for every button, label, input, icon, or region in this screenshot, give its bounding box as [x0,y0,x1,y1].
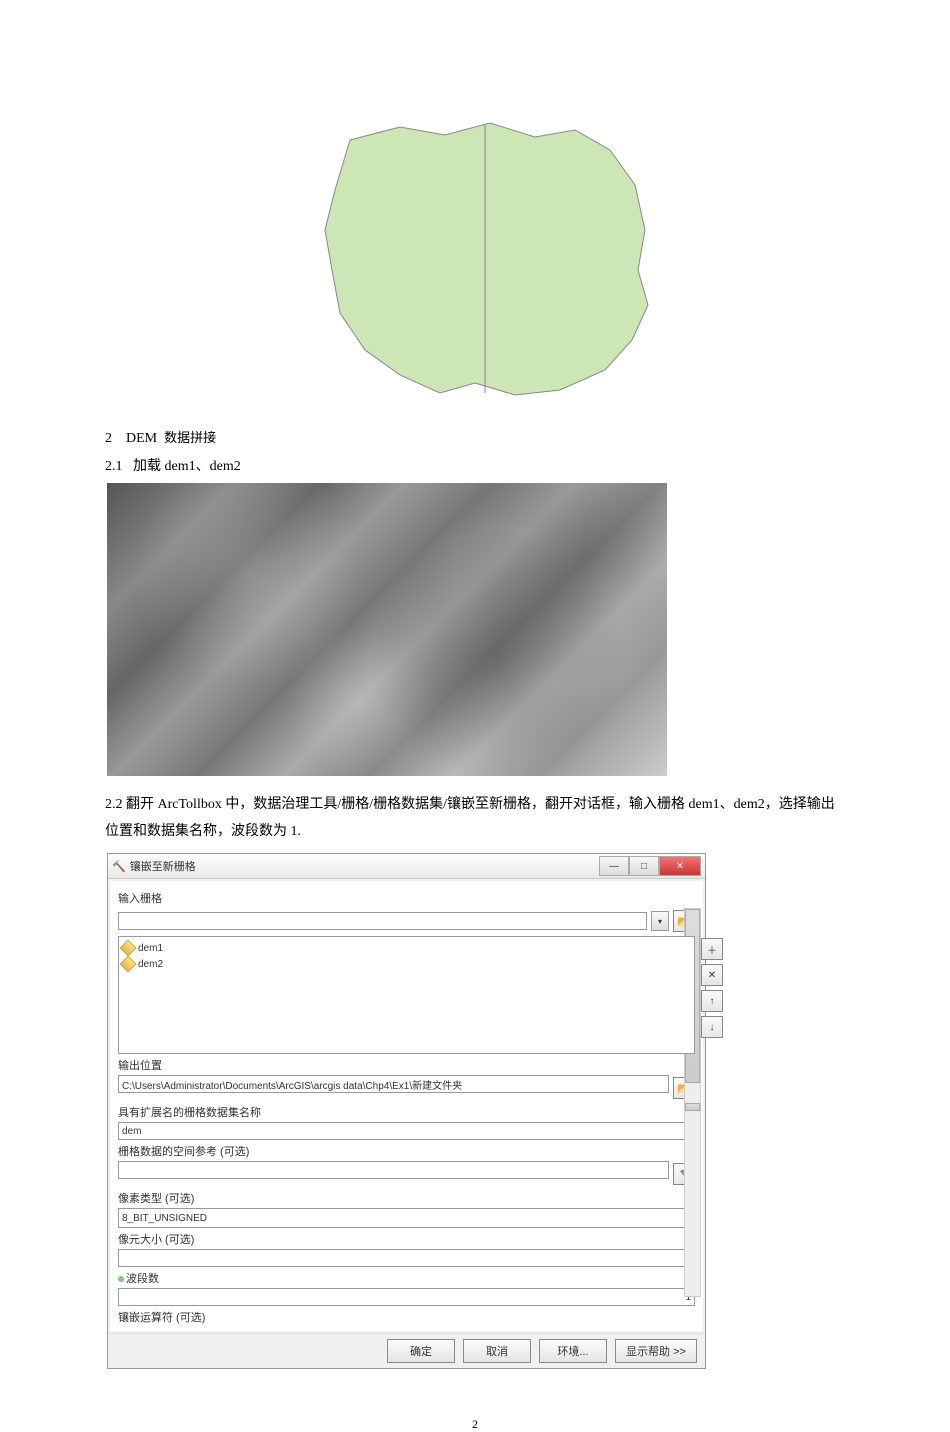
section-title-en: DEM [126,431,157,446]
list-item: dem1 [122,940,691,956]
label-out-name: 具有扩展名的栅格数据集名称 [118,1104,695,1120]
section-number: 2 [105,431,112,446]
input-raster-list[interactable]: dem1 dem2 [118,936,695,1054]
remove-button[interactable]: ✕ [701,964,723,986]
out-location-field[interactable]: C:\Users\Administrator\Documents\ArcGIS\… [118,1075,669,1093]
window-maximize-button[interactable]: □ [629,856,659,876]
dialog-titlebar[interactable]: 🔨 镶嵌至新栅格 — □ ✕ [108,854,705,879]
cancel-button[interactable]: 取消 [463,1339,531,1363]
dem-raster-preview [107,483,667,776]
window-minimize-button[interactable]: — [599,856,629,876]
subsection-2-1: 2.1 加载 dem1、dem2 [105,455,950,475]
out-name-field[interactable]: dem [118,1122,695,1140]
label-input-raster: 输入栅格 [118,890,695,906]
raster-icon [120,940,137,957]
label-mosaic-op: 镶嵌运算符 (可选) [118,1309,695,1325]
dialog-title: 镶嵌至新栅格 [130,858,196,874]
label-spatial-ref: 栅格数据的空间参考 (可选) [118,1143,695,1159]
tool-icon: 🔨 [112,860,126,873]
section-title-zh: 数据拼接 [164,430,216,445]
move-down-button[interactable]: ↓ [701,1016,723,1038]
section-2-heading: 2 DEM 数据拼接 [105,427,950,447]
sub-num: 2.1 [105,459,123,474]
paragraph-2-2: 2.2 翻开 ArcTollbox 中，数据治理工具/栅格/栅格数据集/镶嵌至新… [105,792,845,845]
region-map [260,95,690,415]
required-dot-icon [118,1276,124,1282]
pixel-type-select[interactable]: 8_BIT_UNSIGNED▾ [118,1208,695,1228]
input-raster-dropdown[interactable]: ▾ [651,911,669,931]
window-close-button[interactable]: ✕ [659,856,701,876]
label-cell-size: 像元大小 (可选) [118,1231,695,1247]
raster-icon [120,956,137,973]
label-bands: 波段数 [118,1270,695,1286]
move-up-button[interactable]: ↑ [701,990,723,1012]
spatial-ref-field[interactable] [118,1161,669,1179]
ok-button[interactable]: 确定 [387,1339,455,1363]
cell-size-field[interactable] [118,1249,695,1267]
input-raster-field[interactable] [118,912,647,930]
bands-field[interactable]: 1 [118,1288,695,1306]
add-button[interactable]: ＋ [701,938,723,960]
label-out-location: 输出位置 [118,1057,695,1073]
page-number: 2 [0,1417,950,1432]
label-pixel-type: 像素类型 (可选) [118,1190,695,1206]
show-help-button[interactable]: 显示帮助 >> [615,1339,697,1363]
sub-text: 加载 dem1、dem2 [133,459,241,474]
environments-button[interactable]: 环境... [539,1339,607,1363]
mosaic-dialog: 🔨 镶嵌至新栅格 — □ ✕ 输入栅格 ▾ dem1 [107,853,706,1369]
list-item: dem2 [122,956,691,972]
